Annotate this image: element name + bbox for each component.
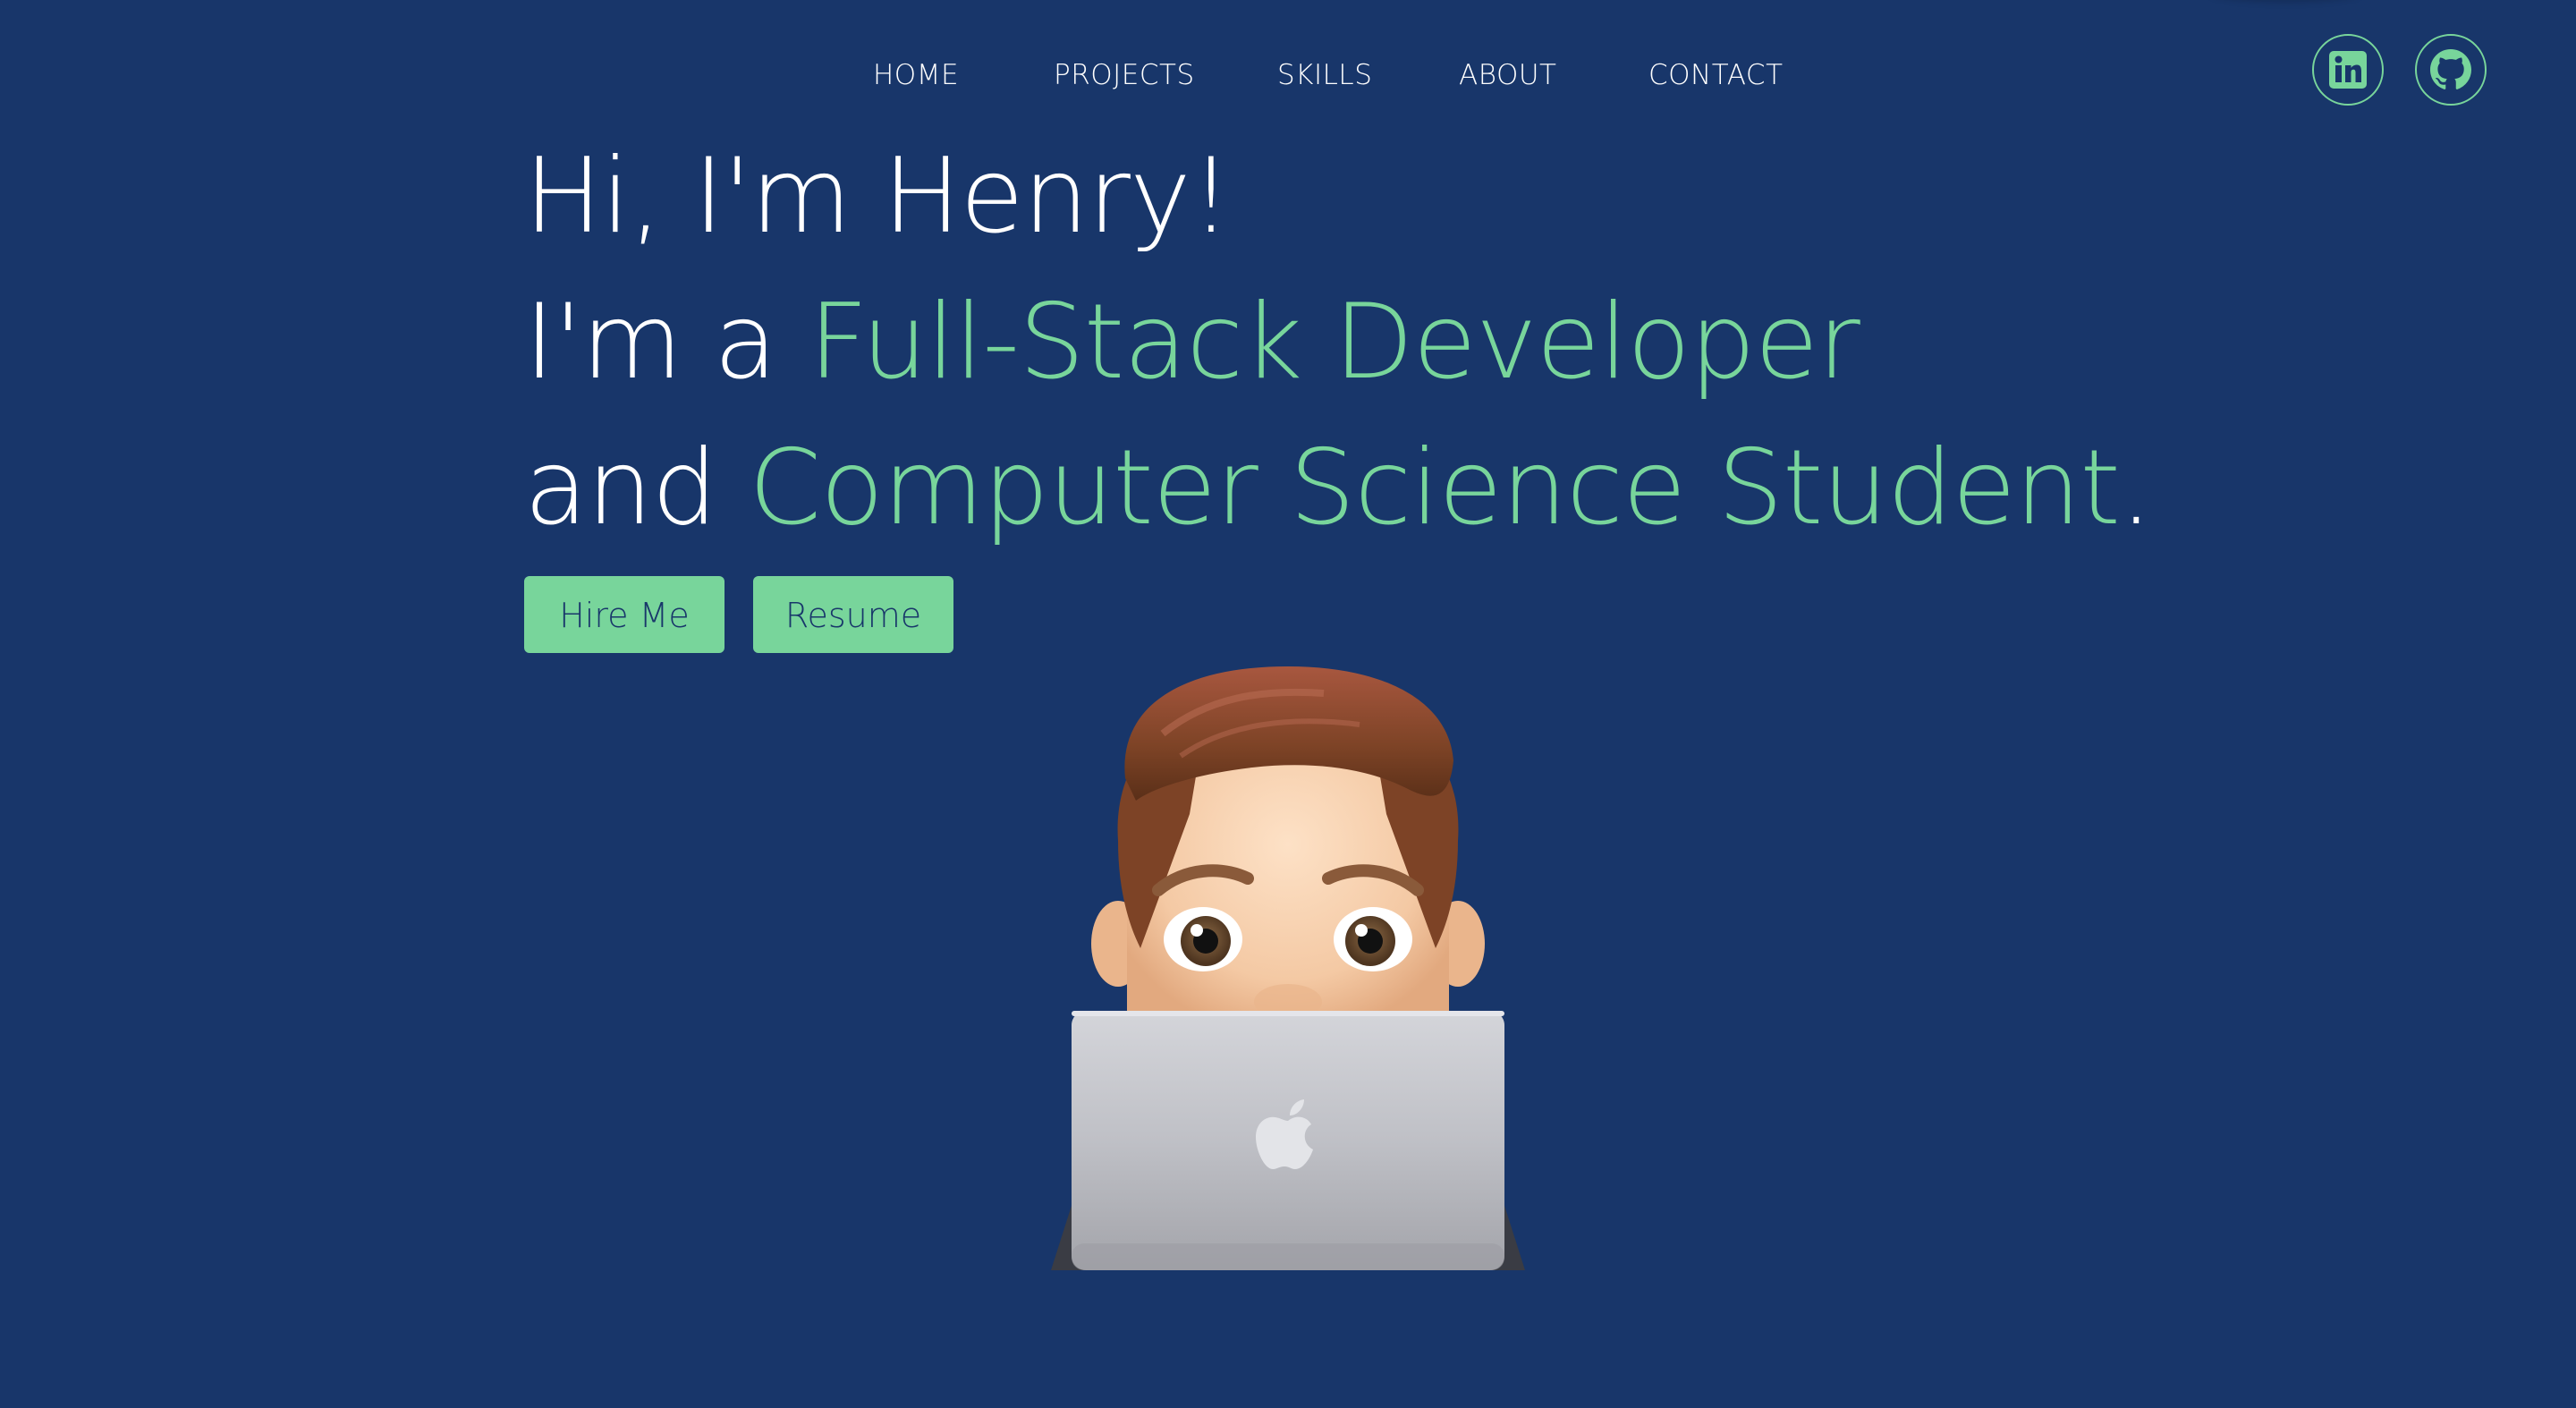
page: HOME PROJECTS SKILLS ABOUT CONTACT Hi, I…	[0, 0, 2576, 1408]
hero-role-line: I'm a Full-Stack Developer	[524, 269, 2402, 415]
github-button[interactable]	[2415, 34, 2487, 106]
hero: Hi, I'm Henry! I'm a Full-Stack Develope…	[524, 123, 2402, 561]
hero-role-prefix: I'm a	[524, 282, 809, 403]
github-icon	[2430, 49, 2471, 89]
memoji-illustration	[1051, 666, 1525, 1270]
nav-contact[interactable]: CONTACT	[1648, 55, 1784, 95]
nav-skills[interactable]: SKILLS	[1277, 55, 1372, 95]
hero-role: Full-Stack Developer	[808, 282, 1860, 403]
decorative-shadow	[2209, 0, 2361, 2]
hero-greeting: Hi, I'm Henry!	[524, 136, 1232, 257]
nav-about[interactable]: ABOUT	[1459, 55, 1557, 95]
main-nav: HOME PROJECTS SKILLS ABOUT CONTACT	[0, 55, 2576, 95]
linkedin-button[interactable]	[2312, 34, 2384, 106]
hero-study-prefix: and	[524, 428, 750, 548]
hire-me-button[interactable]: Hire Me	[524, 576, 724, 653]
resume-button[interactable]: Resume	[753, 576, 953, 653]
hero-study-suffix: .	[2119, 428, 2153, 548]
linkedin-icon	[2329, 51, 2367, 89]
nav-projects[interactable]: PROJECTS	[1054, 55, 1195, 95]
nav-home[interactable]: HOME	[873, 55, 959, 95]
hero-study: Computer Science Student	[749, 428, 2121, 548]
hero-study-line: and Computer Science Student.	[524, 415, 2402, 561]
